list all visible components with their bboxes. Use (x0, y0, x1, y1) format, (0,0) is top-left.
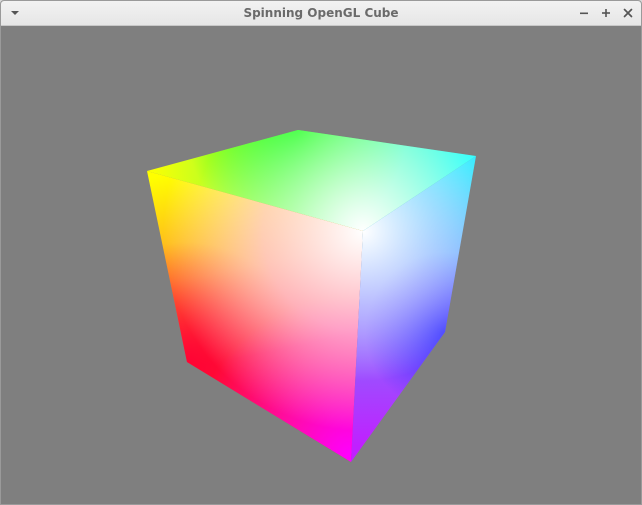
x-icon (623, 8, 633, 18)
application-window: Spinning OpenGL Cube (0, 0, 642, 505)
title-bar[interactable]: Spinning OpenGL Cube (1, 1, 641, 26)
maximize-button[interactable] (598, 5, 614, 21)
minimize-button[interactable] (576, 5, 592, 21)
close-button[interactable] (620, 5, 636, 21)
window-title: Spinning OpenGL Cube (243, 6, 399, 20)
opengl-viewport[interactable] (1, 26, 641, 504)
rgb-color-cube (147, 130, 476, 462)
minus-icon (580, 12, 588, 15)
plus-icon (602, 9, 610, 17)
